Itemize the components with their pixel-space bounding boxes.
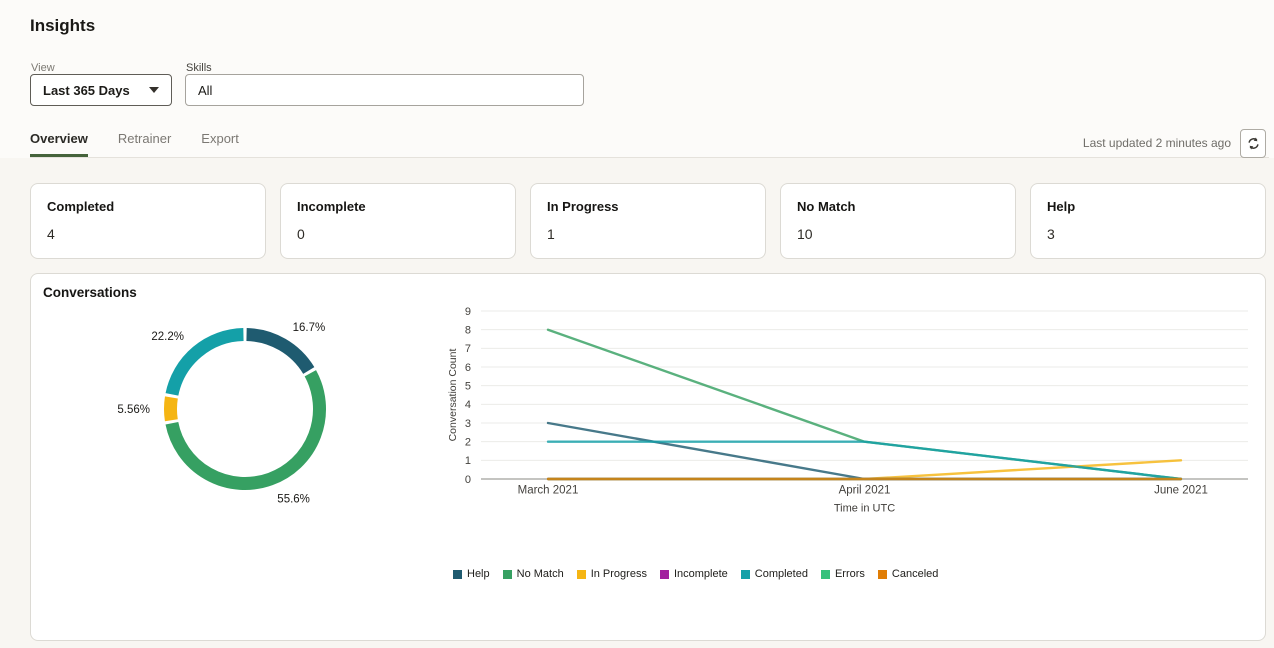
caret-down-icon	[149, 87, 159, 93]
legend-swatch-icon	[741, 570, 750, 579]
skills-input[interactable]	[185, 74, 584, 106]
legend-swatch-icon	[503, 570, 512, 579]
y-tick-label: 9	[465, 306, 471, 318]
view-label: View	[31, 62, 55, 74]
donut-slice-completed	[172, 335, 243, 395]
y-tick-label: 0	[465, 474, 471, 486]
legend-label: Help	[467, 568, 490, 580]
legend-label: In Progress	[591, 568, 647, 580]
legend-item-incomplete[interactable]: Incomplete	[660, 568, 728, 580]
line-series-help	[548, 423, 1181, 479]
conversations-charts: 16.7%55.6%5.56%22.2%0123456789Conversati…	[31, 274, 1267, 642]
stat-card-no-match: No Match 10	[780, 183, 1016, 259]
refresh-icon	[1246, 136, 1261, 151]
y-tick-label: 2	[465, 436, 471, 448]
page-title: Insights	[30, 16, 95, 36]
stat-card-completed: Completed 4	[30, 183, 266, 259]
stat-card-incomplete: Incomplete 0	[280, 183, 516, 259]
legend-label: No Match	[517, 568, 564, 580]
y-axis-title: Conversation Count	[447, 349, 459, 442]
donut-slice-help	[247, 335, 309, 371]
status-area: Last updated 2 minutes ago	[1083, 128, 1266, 158]
donut-slice-in-progress	[170, 397, 171, 420]
legend-swatch-icon	[577, 570, 586, 579]
legend-label: Errors	[835, 568, 865, 580]
stat-card-label: No Match	[797, 199, 999, 214]
donut-slice-no-match	[172, 373, 320, 483]
x-tick-label: June 2021	[1154, 485, 1208, 497]
stat-cards-row: Completed 4 Incomplete 0 In Progress 1 N…	[30, 183, 1266, 259]
view-select[interactable]: Last 365 Days	[30, 74, 172, 106]
y-tick-label: 6	[465, 362, 471, 374]
stat-card-value: 10	[797, 226, 999, 242]
last-updated-text: Last updated 2 minutes ago	[1083, 136, 1231, 150]
donut-percent-label: 22.2%	[151, 331, 184, 343]
legend-label: Completed	[755, 568, 808, 580]
legend-label: Incomplete	[674, 568, 728, 580]
refresh-button[interactable]	[1240, 129, 1266, 158]
stat-card-help: Help 3	[1030, 183, 1266, 259]
y-tick-label: 4	[465, 399, 471, 411]
skills-label: Skills	[186, 62, 212, 74]
stat-card-label: Help	[1047, 199, 1249, 214]
legend-item-no-match[interactable]: No Match	[503, 568, 564, 580]
stat-card-label: In Progress	[547, 199, 749, 214]
donut-percent-label: 16.7%	[293, 322, 326, 334]
tab-overview[interactable]: Overview	[30, 131, 88, 157]
stat-card-value: 1	[547, 226, 749, 242]
x-axis-title: Time in UTC	[834, 503, 895, 515]
legend-swatch-icon	[453, 570, 462, 579]
legend-swatch-icon	[878, 570, 887, 579]
y-tick-label: 8	[465, 324, 471, 336]
stat-card-value: 4	[47, 226, 249, 242]
chart-legend: Help No Match In Progress Incomplete Complet…	[453, 568, 938, 580]
donut-percent-label: 55.6%	[277, 493, 310, 505]
stat-card-value: 3	[1047, 226, 1249, 242]
y-tick-label: 7	[465, 343, 471, 355]
legend-swatch-icon	[660, 570, 669, 579]
tab-bar: Overview Retrainer Export	[30, 131, 239, 157]
x-tick-label: April 2021	[839, 485, 891, 497]
tab-export[interactable]: Export	[201, 131, 239, 157]
y-tick-label: 5	[465, 380, 471, 392]
legend-item-errors[interactable]: Errors	[821, 568, 865, 580]
legend-label: Canceled	[892, 568, 938, 580]
legend-item-canceled[interactable]: Canceled	[878, 568, 938, 580]
legend-swatch-icon	[821, 570, 830, 579]
stat-card-label: Incomplete	[297, 199, 499, 214]
line-series-in-progress	[548, 460, 1181, 479]
stat-card-value: 0	[297, 226, 499, 242]
legend-item-in-progress[interactable]: In Progress	[577, 568, 647, 580]
x-tick-label: March 2021	[518, 485, 579, 497]
stat-card-label: Completed	[47, 199, 249, 214]
legend-item-help[interactable]: Help	[453, 568, 490, 580]
view-select-value: Last 365 Days	[43, 83, 149, 98]
donut-percent-label: 5.56%	[117, 404, 150, 416]
stat-card-in-progress: In Progress 1	[530, 183, 766, 259]
y-tick-label: 3	[465, 418, 471, 430]
conversations-panel: Conversations 16.7%55.6%5.56%22.2%012345…	[30, 273, 1266, 641]
legend-item-completed[interactable]: Completed	[741, 568, 808, 580]
tab-retrainer[interactable]: Retrainer	[118, 131, 171, 157]
y-tick-label: 1	[465, 455, 471, 467]
